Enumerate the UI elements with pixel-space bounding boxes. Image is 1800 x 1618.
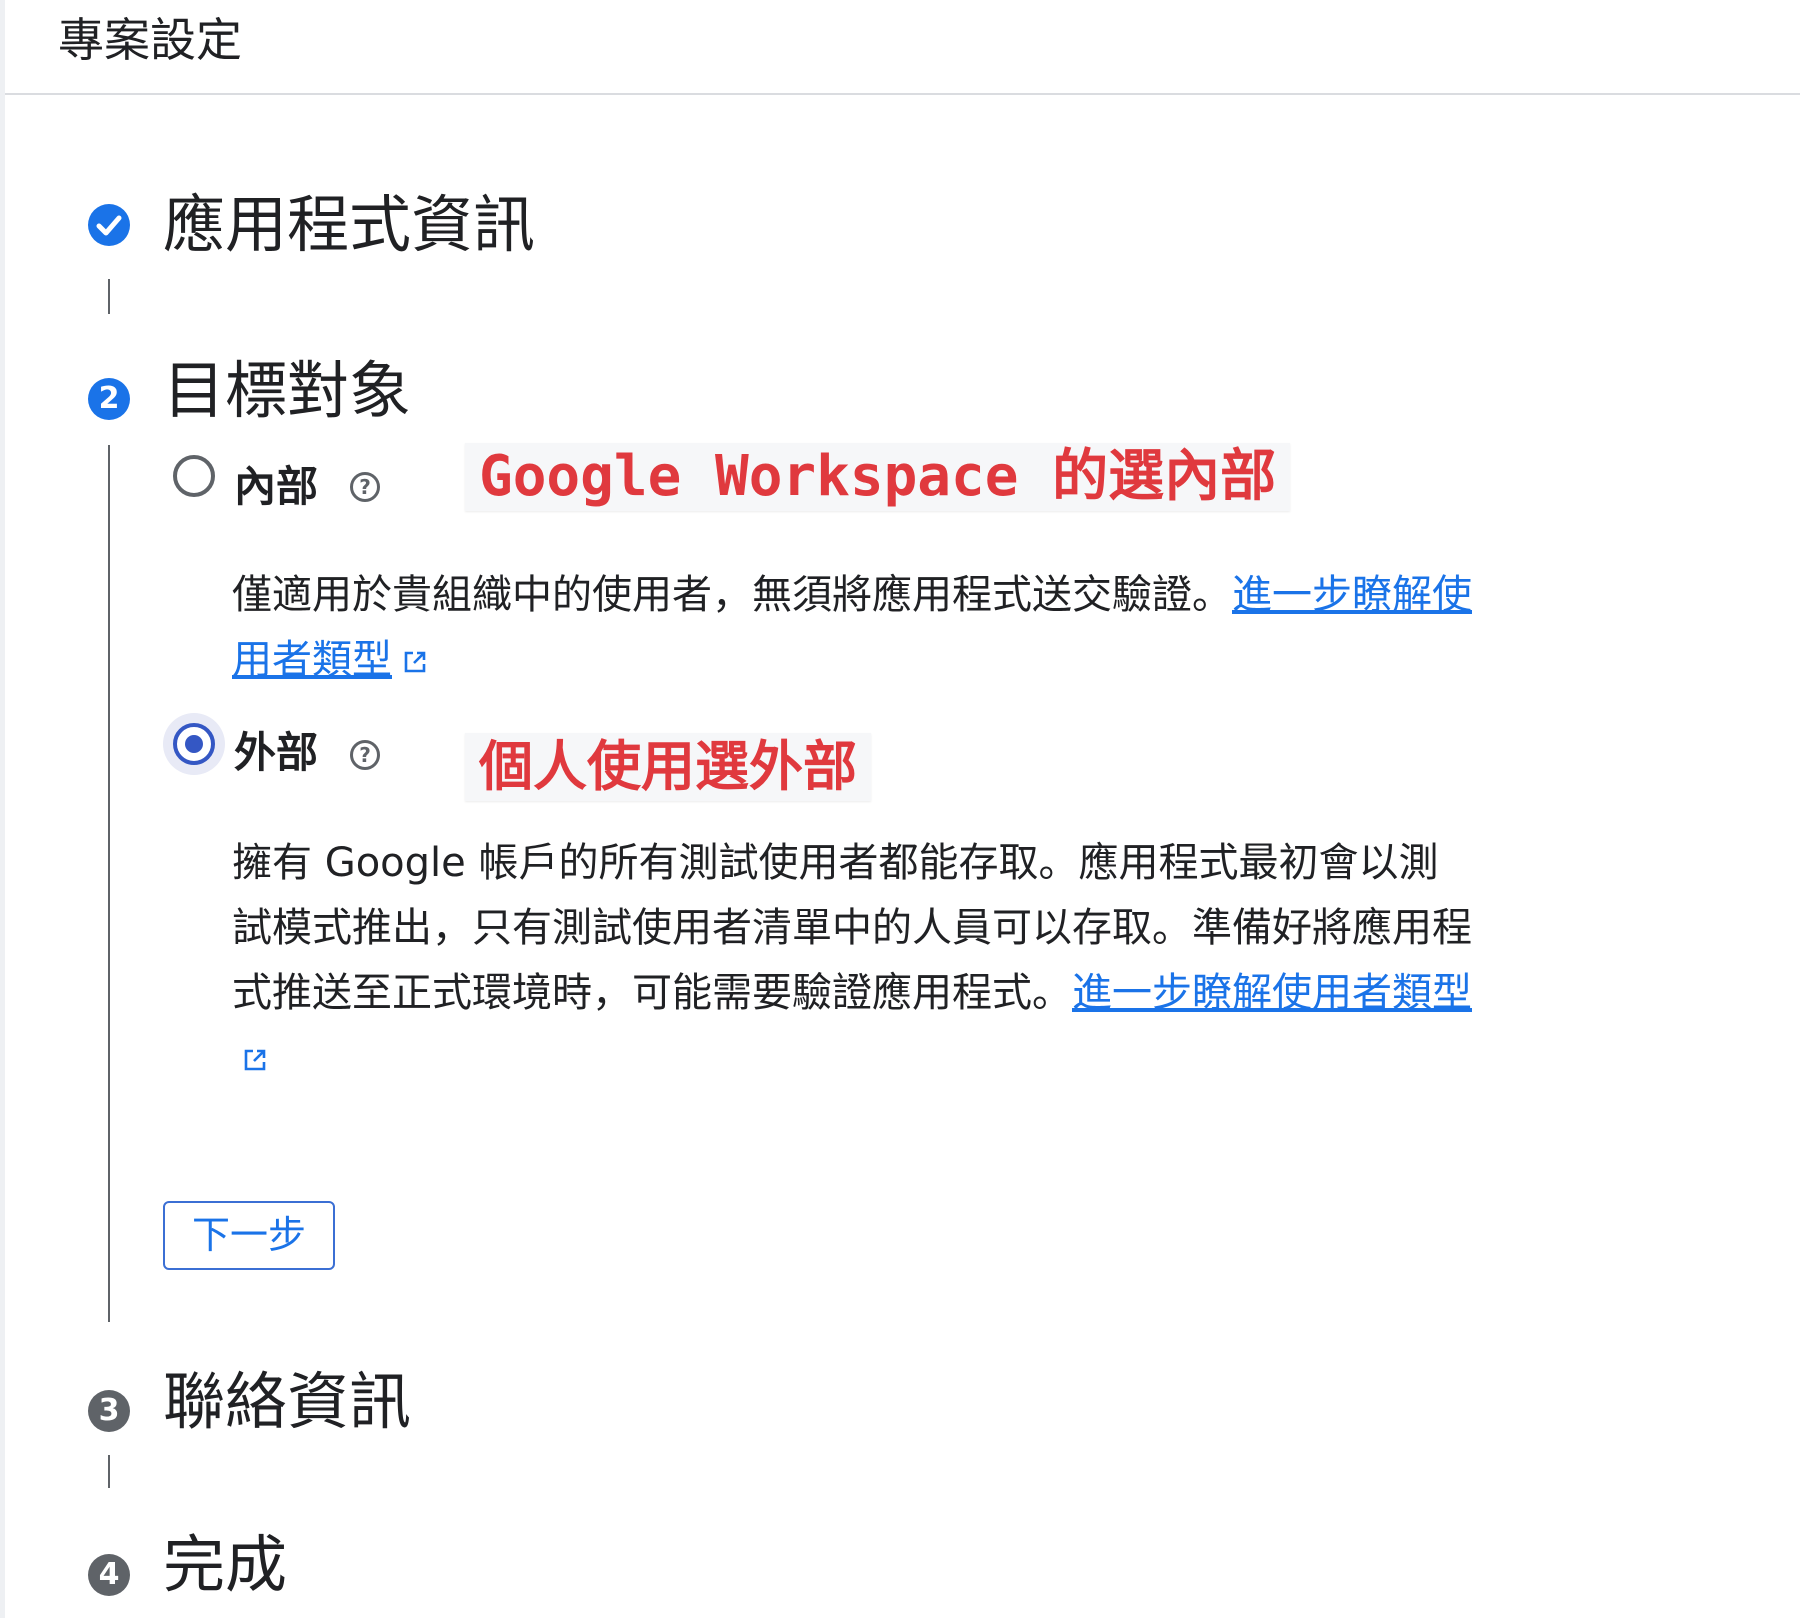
- internal-annotation: Google Workspace 的選內部: [465, 443, 1291, 511]
- page-left-edge: [0, 0, 5, 1618]
- step-complete-check-icon: [88, 204, 130, 246]
- internal-description: 僅適用於貴組織中的使用者，無須將應用程式送交驗證。進一步瞭解使用者類型: [232, 563, 1472, 695]
- internal-help-icon[interactable]: ?: [350, 472, 380, 502]
- page-header: 專案設定: [5, 0, 1800, 95]
- step-connector: [108, 1455, 110, 1488]
- external-label[interactable]: 外部: [234, 727, 318, 779]
- step-2-number-icon: 2: [88, 378, 130, 420]
- external-link-icon: [242, 1028, 268, 1093]
- step-4-title[interactable]: 完成: [163, 1527, 287, 1603]
- step-connector: [108, 279, 110, 314]
- external-description: 擁有 Google 帳戶的所有測試使用者都能存取。應用程式最初會以測試模式推出，…: [232, 831, 1472, 1093]
- internal-description-text: 僅適用於貴組織中的使用者，無須將應用程式送交驗證。: [232, 572, 1232, 618]
- next-button[interactable]: 下一步: [163, 1201, 335, 1270]
- step-connector: [108, 445, 110, 1322]
- external-annotation: 個人使用選外部: [465, 733, 871, 801]
- step-4-number-icon: 4: [88, 1554, 130, 1596]
- external-radio[interactable]: [173, 723, 215, 765]
- step-2-title: 目標對象: [163, 354, 412, 427]
- step-3-number-icon: 3: [88, 1390, 130, 1432]
- external-link-icon: [402, 630, 428, 695]
- radio-selected-dot: [185, 735, 203, 753]
- external-learn-more-link[interactable]: 進一步瞭解使用者類型: [1072, 970, 1472, 1016]
- step-1-title[interactable]: 應用程式資訊: [163, 187, 535, 263]
- internal-radio[interactable]: [173, 455, 215, 497]
- internal-label[interactable]: 內部: [234, 461, 318, 513]
- step-3-title[interactable]: 聯絡資訊: [163, 1364, 411, 1440]
- external-help-icon[interactable]: ?: [350, 740, 380, 770]
- page-title: 專案設定: [58, 13, 242, 67]
